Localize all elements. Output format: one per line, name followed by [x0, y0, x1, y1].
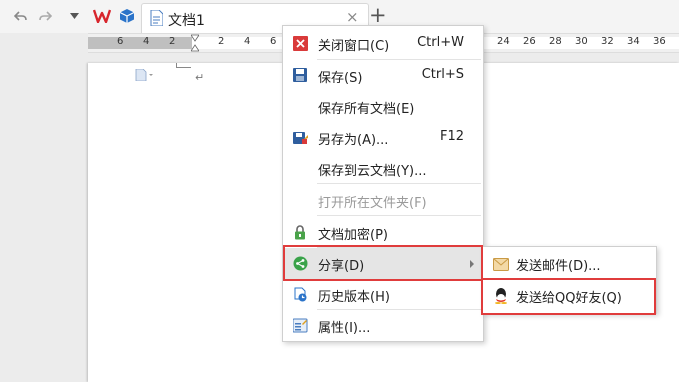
document-tab-title: 文档1 [168, 13, 205, 29]
menu-item-open-folder: 打开所在文件夹(F) [284, 185, 482, 216]
save-icon [292, 67, 308, 83]
customize-toolbar-dropdown-icon[interactable] [66, 8, 82, 24]
menu-item-encrypt[interactable]: 文档加密(P) [284, 217, 482, 248]
paragraph-layout-icon[interactable] [135, 68, 153, 84]
new-tab-icon[interactable]: + [369, 3, 387, 27]
menu-item-label: 文档加密(P) [318, 228, 388, 243]
menu-item-save[interactable]: 保存(S) Ctrl+S [284, 60, 482, 91]
ruler-number: 32 [601, 36, 614, 47]
ruler-number: 28 [549, 36, 562, 47]
paragraph-mark-icon: ↵ [195, 71, 205, 84]
share-icon [292, 255, 308, 271]
ruler-number: 4 [143, 36, 150, 47]
menu-separator [317, 183, 481, 184]
save-as-icon [292, 129, 308, 145]
ruler-number: 26 [523, 36, 536, 47]
word-document-icon [148, 10, 164, 26]
wps-logo-icon[interactable] [93, 8, 111, 24]
close-window-icon [292, 35, 308, 51]
menu-item-label: 历史版本(H) [318, 290, 390, 305]
ruler-number: 24 [497, 36, 510, 47]
menu-item-share[interactable]: 分享(D) [284, 248, 482, 279]
ruler-number: 2 [169, 36, 176, 47]
submenu-item-send-qq[interactable]: 发送给QQ好友(Q) [484, 281, 655, 311]
cube-app-icon[interactable] [119, 8, 135, 24]
menu-item-label: 属性(I)... [318, 321, 371, 336]
menu-item-label: 关闭窗口(C) [318, 39, 390, 54]
menu-item-shortcut: Ctrl+W [417, 35, 464, 50]
menu-item-save-all[interactable]: 保存所有文档(E) [284, 91, 482, 122]
menu-item-label: 保存(S) [318, 71, 363, 86]
menu-item-label: 发送给QQ好友(Q) [516, 291, 622, 306]
ruler-number: 2 [218, 36, 225, 47]
ruler-number: 4 [244, 36, 251, 47]
menu-item-shortcut: F12 [439, 129, 464, 144]
menu-separator [317, 215, 481, 216]
indent-marker-icon[interactable] [190, 34, 200, 52]
menu-item-label: 发送邮件(D)... [516, 259, 601, 274]
menu-item-save-to-cloud[interactable]: 保存到云文档(Y)... [284, 153, 482, 184]
ruler-number: 34 [627, 36, 640, 47]
menu-item-history[interactable]: 历史版本(H) [284, 279, 482, 310]
margin-corner-mark [176, 63, 191, 68]
submenu-item-send-email[interactable]: 发送邮件(D)... [484, 249, 655, 279]
redo-icon[interactable] [37, 8, 53, 24]
ruler-number: 6 [270, 36, 277, 47]
submenu-arrow-icon [470, 260, 474, 268]
history-icon [292, 286, 308, 302]
ruler-number: 30 [575, 36, 588, 47]
menu-item-save-as[interactable]: 另存为(A)... F12 [284, 122, 482, 153]
ruler-margin-area [88, 37, 192, 49]
menu-item-properties[interactable]: 属性(I)... [284, 310, 482, 341]
close-tab-icon[interactable]: × [346, 8, 359, 26]
ruler-number: 36 [653, 36, 666, 47]
properties-icon [292, 317, 308, 333]
share-submenu: 发送邮件(D)... 发送给QQ好友(Q) [482, 246, 657, 314]
menu-item-label: 打开所在文件夹(F) [318, 196, 427, 211]
qq-icon [493, 288, 509, 304]
mail-icon [493, 256, 509, 272]
menu-item-label: 分享(D) [318, 259, 365, 274]
ruler-number: 6 [117, 36, 124, 47]
tab-context-menu: 关闭窗口(C) Ctrl+W 保存(S) Ctrl+S 保存所有文档(E) 另存… [282, 25, 484, 342]
menu-item-label: 另存为(A)... [318, 133, 389, 148]
menu-item-label: 保存所有文档(E) [318, 102, 415, 117]
menu-item-shortcut: Ctrl+S [421, 67, 464, 82]
undo-icon[interactable] [12, 8, 28, 24]
encrypt-icon [292, 224, 308, 240]
menu-item-label: 保存到云文档(Y)... [318, 164, 427, 179]
menu-item-close-window[interactable]: 关闭窗口(C) Ctrl+W [284, 28, 482, 59]
